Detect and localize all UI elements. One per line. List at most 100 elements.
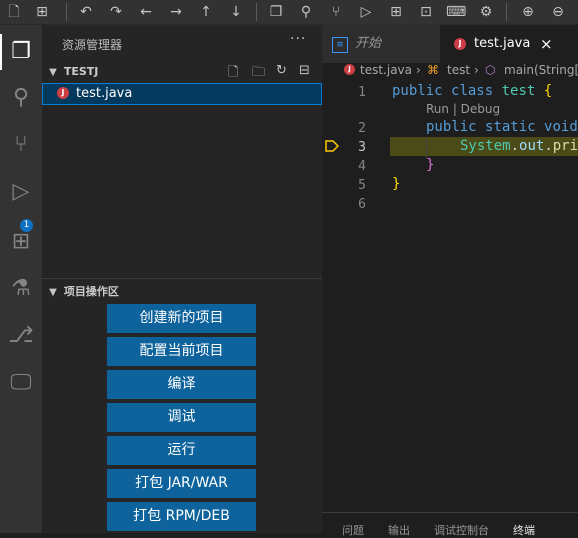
toolbar-separator [506, 3, 507, 21]
tab-label: test.java [474, 36, 531, 51]
code-line-5[interactable]: } [392, 176, 400, 192]
zoom-out-icon[interactable]: ⊖ [548, 2, 568, 22]
code-token: { [543, 83, 553, 99]
section-divider [42, 278, 322, 279]
forward-icon[interactable]: → [166, 2, 186, 22]
code-token: System [460, 138, 511, 154]
source-control-icon[interactable]: ⑂ [326, 2, 346, 22]
folder-section-header[interactable]: ▼ TESTJ [46, 65, 98, 78]
breadcrumb-class[interactable]: test [447, 63, 470, 77]
method-icon: ⬡ [485, 63, 496, 77]
tab-debug-console[interactable]: 调试控制台 [434, 522, 489, 538]
testing-flask-icon[interactable]: ⚗ [3, 271, 39, 307]
active-indicator [0, 34, 2, 70]
tab-label: 开始 [355, 36, 382, 51]
activity-bar: ❐ ⚲ ⑂ ▷ 1 ⊞ ⚗ ⎇ 🖵 [0, 25, 42, 533]
top-toolbar: 🗋 ⊞ ↶ ↷ ← → ↑ ↓ ❐ ⚲ ⑂ ▷ ⊞ ⊡ ⌨ ⚙ ⊕ ⊖ [0, 0, 578, 25]
code-token: class [451, 83, 494, 99]
copy-icon[interactable]: ❐ [266, 2, 286, 22]
code-line-1[interactable]: public class test { [392, 83, 552, 99]
search-icon[interactable]: ⚲ [296, 2, 316, 22]
breadcrumb-method[interactable]: main(String[] [504, 63, 578, 77]
editor-tab-bar: ≡ 开始 J test.java × [322, 25, 578, 63]
toolbar-separator [66, 3, 67, 21]
tab-welcome[interactable]: ≡ 开始 [322, 25, 440, 63]
file-item-test-java[interactable]: J test.java [42, 83, 322, 105]
tab-terminal[interactable]: 终端 [513, 522, 535, 538]
more-actions-icon[interactable]: ··· [290, 31, 306, 47]
compile-button[interactable]: 编译 [107, 370, 256, 399]
new-folder-icon[interactable]: 🗀 [252, 63, 265, 85]
run-button[interactable]: 运行 [107, 436, 256, 465]
line-number: 6 [358, 197, 366, 212]
remote-explorer-icon[interactable]: 🖵 [3, 365, 39, 401]
line-number: 4 [358, 159, 366, 174]
settings-gear-icon[interactable]: ⚙ [476, 2, 496, 22]
code-line-4[interactable]: } [426, 157, 434, 173]
code-token: . [510, 138, 520, 154]
code-token: public [426, 119, 477, 135]
configure-project-button[interactable]: 配置当前项目 [107, 337, 256, 366]
chevron-down-icon: ▼ [49, 67, 57, 78]
up-icon[interactable]: ↑ [196, 2, 216, 22]
code-token: void [544, 119, 578, 135]
codelens-run-debug[interactable]: Run | Debug [426, 102, 500, 116]
chevron-right-icon: › [474, 63, 479, 77]
tab-test-java[interactable]: J test.java × [440, 25, 578, 63]
zoom-in-icon[interactable]: ⊕ [518, 2, 538, 22]
code-token: out [519, 138, 545, 154]
source-control-icon[interactable]: ⑂ [3, 127, 39, 163]
search-icon[interactable]: ⚲ [3, 80, 39, 116]
folder-name: TESTJ [63, 65, 99, 78]
java-file-icon: J [344, 64, 355, 75]
back-icon[interactable]: ← [136, 2, 156, 22]
extensions-icon[interactable]: ⊞ [386, 2, 406, 22]
new-file-icon[interactable]: 🗋 [228, 63, 238, 85]
code-token: static [485, 119, 536, 135]
close-icon[interactable]: × [540, 25, 553, 63]
breadcrumb-file[interactable]: test.java [360, 63, 412, 77]
refresh-icon[interactable]: ↻ [276, 63, 287, 78]
code-token: test [501, 83, 536, 99]
class-icon: ⌘ [427, 63, 439, 77]
package-rpm-deb-button[interactable]: 打包 RPM/DEB [107, 502, 256, 531]
keyboard-icon[interactable]: ⌨ [446, 2, 466, 22]
sidebar-title: 资源管理器 [62, 38, 123, 52]
tab-problems[interactable]: 问题 [342, 522, 364, 538]
line-number: 1 [358, 85, 366, 100]
package-jar-war-button[interactable]: 打包 JAR/WAR [107, 469, 256, 498]
git-graph-icon[interactable]: ⎇ [3, 318, 39, 354]
explorer-sidebar: 资源管理器 ··· ▼ TESTJ 🗋 🗀 ↻ ⊟ J test.java ▼ … [42, 25, 322, 533]
java-file-icon: J [57, 87, 69, 99]
toolbar-separator [256, 3, 257, 21]
code-token: pri [552, 138, 578, 154]
code-line-3[interactable]: System.out.pri [460, 138, 578, 154]
code-line-2[interactable]: public static void [426, 119, 578, 135]
terminal-icon[interactable]: ⊡ [416, 2, 436, 22]
run-debug-icon[interactable]: ▷ [3, 174, 39, 210]
run-debug-icon[interactable]: ▷ [356, 2, 376, 22]
collapse-all-icon[interactable]: ⊟ [299, 63, 310, 78]
chevron-down-icon: ▼ [49, 287, 57, 298]
new-file-icon[interactable]: 🗋 [4, 2, 24, 22]
line-number: 2 [358, 121, 366, 136]
project-section-title: 项目操作区 [63, 285, 119, 298]
breadcrumb: J test.java › ⌘ test › ⬡ main(String[] [322, 63, 578, 83]
code-token: } [426, 157, 435, 173]
tab-output[interactable]: 输出 [388, 522, 410, 538]
save-all-icon[interactable]: ⊞ [32, 2, 52, 22]
down-icon[interactable]: ↓ [226, 2, 246, 22]
create-project-button[interactable]: 创建新的项目 [107, 304, 256, 333]
indent-guide [426, 139, 427, 158]
project-section-header[interactable]: ▼ 项目操作区 [46, 283, 119, 299]
chevron-right-icon: › [416, 63, 421, 77]
extensions-icon[interactable]: ⊞ [3, 224, 39, 260]
code-token: . [544, 138, 553, 154]
bottom-panel-tabs: 问题 输出 调试控制台 终端 [322, 512, 578, 537]
debug-button[interactable]: 调试 [107, 403, 256, 432]
explorer-icon[interactable]: ❐ [3, 34, 39, 70]
line-number: 5 [358, 178, 366, 193]
redo-icon[interactable]: ↷ [106, 2, 126, 22]
java-file-icon: J [454, 38, 466, 50]
undo-icon[interactable]: ↶ [76, 2, 96, 22]
